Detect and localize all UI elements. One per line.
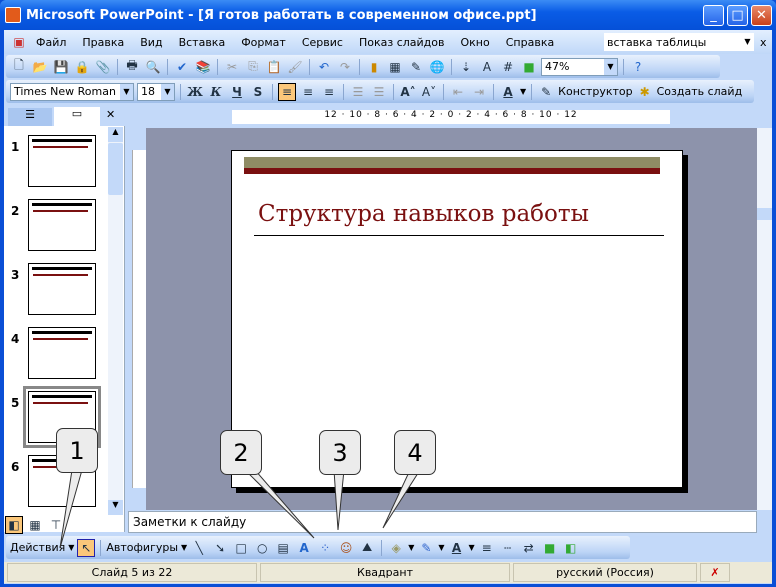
callout-pointers	[59, 469, 421, 549]
callout-2: 2	[220, 430, 262, 475]
callout-4: 4	[394, 430, 436, 475]
callout-3: 3	[319, 430, 361, 475]
callout-1: 1	[56, 428, 98, 473]
